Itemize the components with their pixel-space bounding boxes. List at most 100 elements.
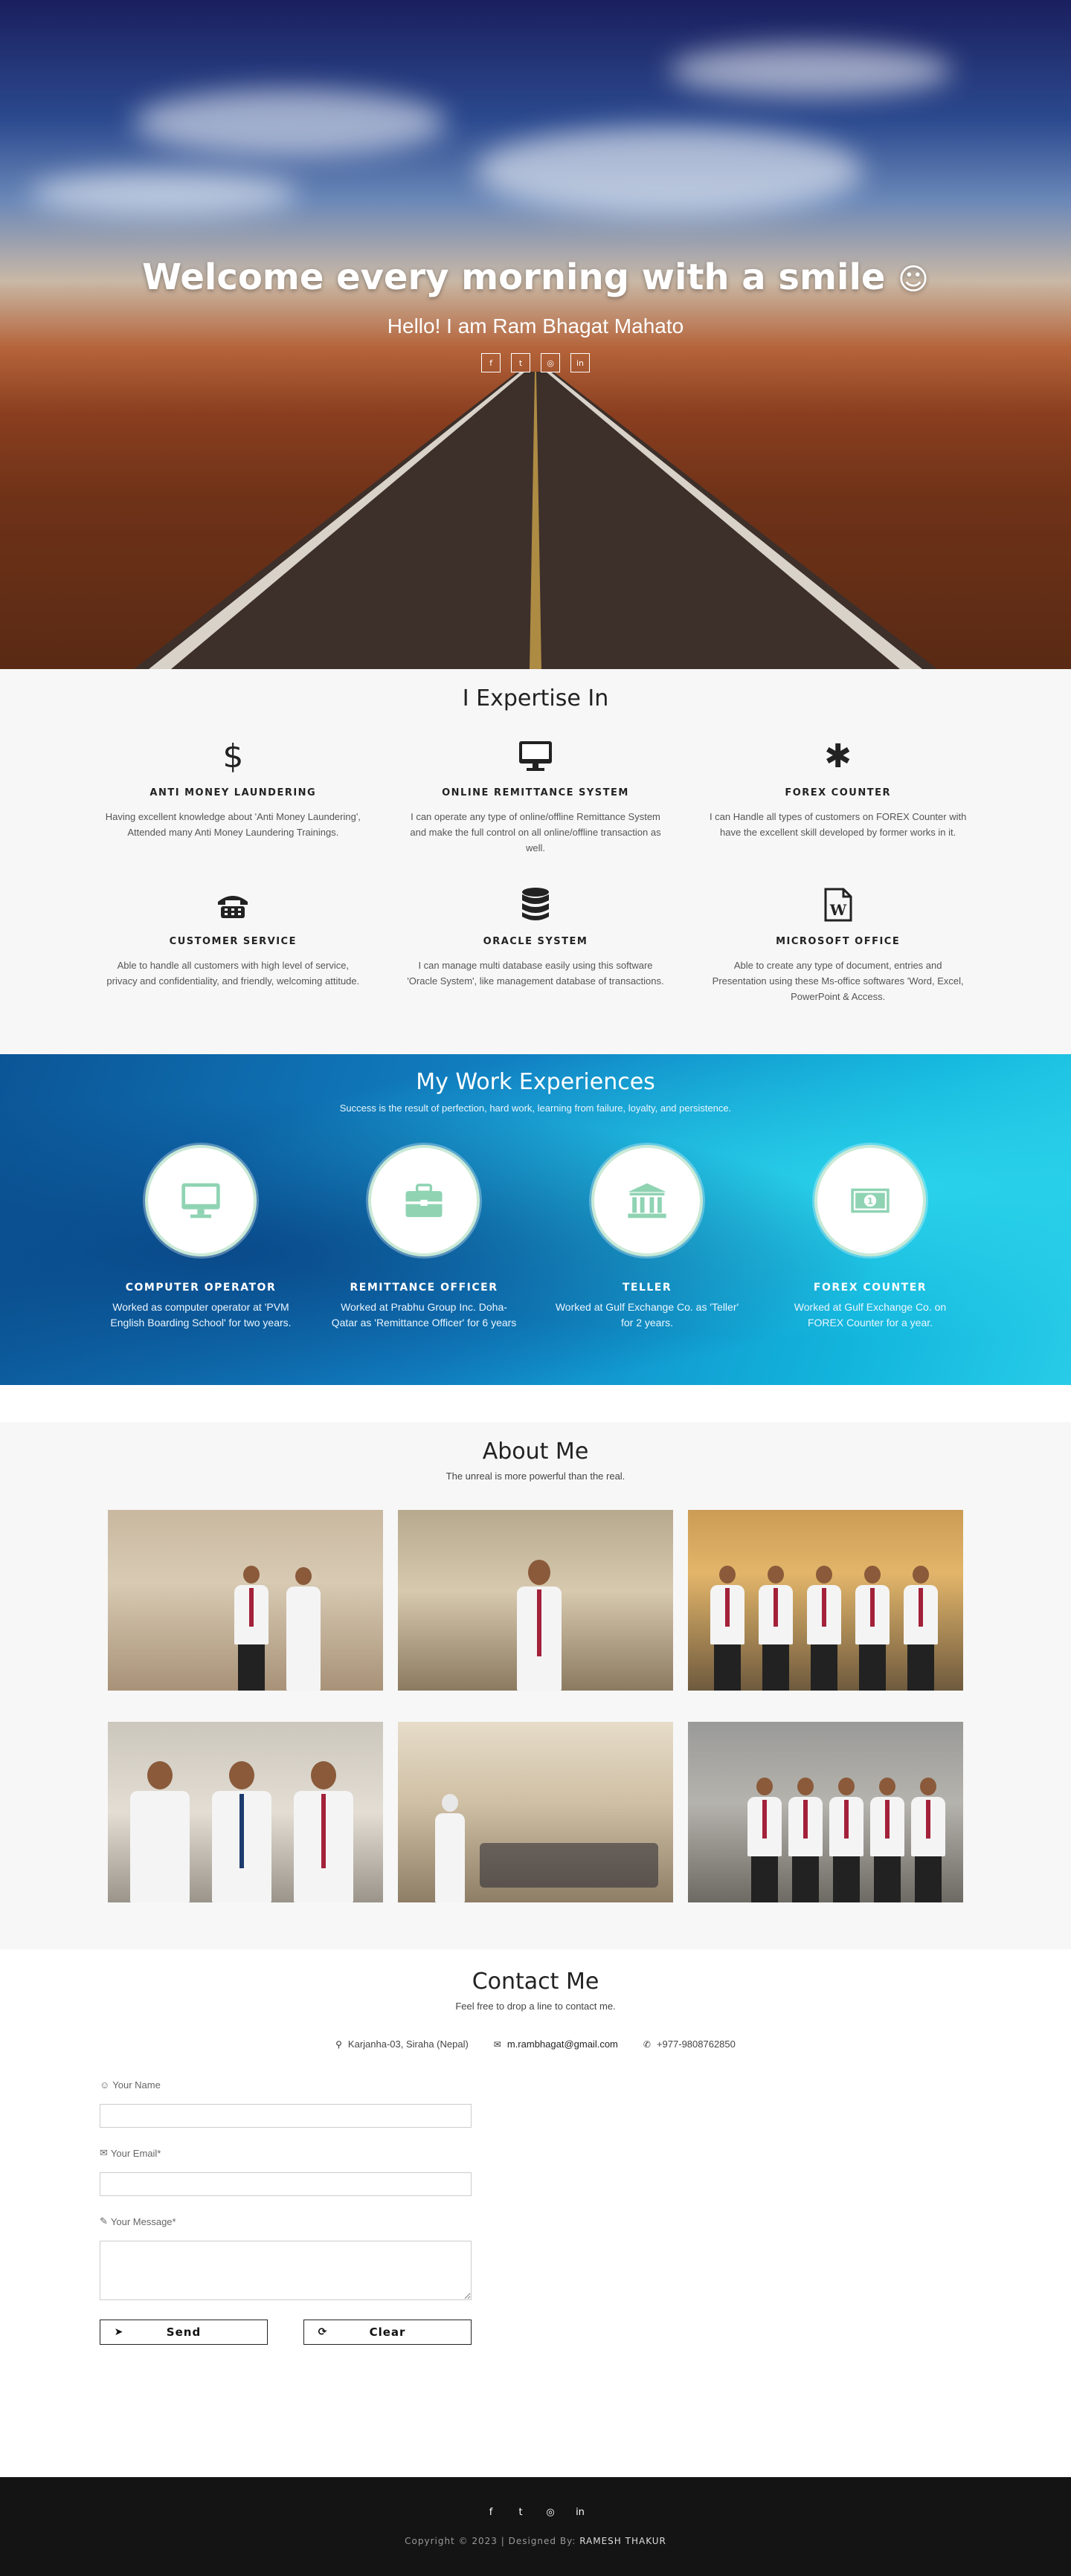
facebook-glyph: f xyxy=(489,2507,493,2518)
name-label: ☺ Your Name xyxy=(100,2079,472,2091)
footer: f t ◎ in Copyright © 2023 | Designed By:… xyxy=(0,2477,1071,2576)
road-image xyxy=(134,372,937,669)
paper-plane-icon: ➤ xyxy=(114,2326,124,2338)
hero-subtitle: Hello! I am Ram Bhagat Mahato xyxy=(387,314,684,338)
hero-cloud xyxy=(30,171,298,216)
person-figure xyxy=(788,1778,823,1902)
photo-gallery xyxy=(108,1510,963,1902)
person-figure xyxy=(829,1778,863,1902)
expertise-item-title: CUSTOMER SERVICE xyxy=(169,936,297,947)
expertise-item-title: FOREX COUNTER xyxy=(785,787,891,798)
copyright: Copyright © 2023 | Designed By: RAMESH T… xyxy=(0,2536,1071,2546)
hero-cloud xyxy=(476,126,863,216)
svg-text:1: 1 xyxy=(867,1196,873,1207)
instagram-icon[interactable]: ◎ xyxy=(541,353,560,372)
word-file-icon: W xyxy=(698,884,978,926)
expertise-title: I Expertise In xyxy=(462,685,609,711)
expertise-grid: $ ANTI MONEY LAUNDERING Having excellent… xyxy=(93,735,978,1004)
expertise-item-desc: I can manage multi database easily using… xyxy=(407,960,664,987)
twitter-glyph: t xyxy=(518,2507,523,2518)
footer-social-links: f t ◎ in xyxy=(0,2507,1071,2518)
dollar-icon: $ xyxy=(222,737,244,775)
expertise-item-title: MICROSOFT OFFICE xyxy=(776,936,901,947)
smiley-icon: ☺ xyxy=(898,262,929,297)
person-figure xyxy=(294,1761,353,1902)
work-item: 1 FOREX COUNTER Worked at Gulf Exchange … xyxy=(766,1145,974,1331)
expertise-item-title: ORACLE SYSTEM xyxy=(483,936,588,947)
name-label-text: Your Name xyxy=(112,2079,161,2091)
facebook-icon[interactable]: f xyxy=(481,353,501,372)
edit-icon: ✎ xyxy=(100,2215,108,2227)
person-figure xyxy=(759,1566,793,1691)
work-item-desc: Worked at Gulf Exchange Co. on FOREX Cou… xyxy=(794,1301,947,1329)
expertise-item: ORACLE SYSTEM I can manage multi databas… xyxy=(396,884,676,1004)
author-link[interactable]: RAMESH THAKUR xyxy=(579,2536,666,2546)
email-text[interactable]: m.rambhagat@gmail.com xyxy=(507,2038,618,2050)
work-item-title: FOREX COUNTER xyxy=(813,1282,927,1294)
work-item-title: REMITTANCE OFFICER xyxy=(350,1282,498,1294)
work-item: REMITTANCE OFFICER Worked at Prabhu Grou… xyxy=(320,1145,528,1331)
gallery-photo[interactable] xyxy=(398,1510,673,1691)
contact-phone: ✆ +977-9808762850 xyxy=(643,2038,736,2050)
work-item-desc: Worked as computer operator at 'PVM Engl… xyxy=(110,1301,292,1329)
linkedin-icon[interactable]: in xyxy=(575,2507,585,2518)
desktop-icon xyxy=(396,735,676,777)
expertise-item-title: ONLINE REMITTANCE SYSTEM xyxy=(442,787,629,798)
work-circle xyxy=(368,1145,480,1256)
gallery-photo[interactable] xyxy=(688,1510,963,1691)
expertise-item-desc: I can operate any type of online/offline… xyxy=(410,811,661,853)
work-item: TELLER Worked at Gulf Exchange Co. as 'T… xyxy=(543,1145,751,1331)
work-subtitle: Success is the result of perfection, har… xyxy=(339,1103,732,1114)
contact-address: ⚲ Karjanha-03, Siraha (Nepal) xyxy=(335,2038,469,2050)
expertise-item: CUSTOMER SERVICE Able to handle all cust… xyxy=(93,884,373,1004)
expertise-item-desc: Able to handle all customers with high l… xyxy=(106,960,360,987)
name-field[interactable] xyxy=(100,2104,472,2128)
expertise-section: I Expertise In $ ANTI MONEY LAUNDERING H… xyxy=(0,669,1071,1054)
hero-title: Welcome every morning with a smile ☺ xyxy=(0,256,1071,298)
message-field[interactable] xyxy=(100,2241,472,2300)
work-circle: 1 xyxy=(814,1145,926,1256)
expertise-item: W MICROSOFT OFFICE Able to create any ty… xyxy=(698,884,978,1004)
desktop-icon xyxy=(181,1183,220,1218)
twitter-icon[interactable]: t xyxy=(515,2507,526,2518)
audience-rows xyxy=(480,1843,658,1888)
person-figure xyxy=(212,1761,271,1902)
person-figure xyxy=(710,1566,744,1691)
person-figure xyxy=(747,1778,782,1902)
contact-section: Contact Me Feel free to drop a line to c… xyxy=(0,1949,1071,2410)
about-subtitle: The unreal is more powerful than the rea… xyxy=(446,1471,625,1482)
svg-text:W: W xyxy=(829,901,846,919)
expertise-item: ✱ FOREX COUNTER I can Handle all types o… xyxy=(698,735,978,856)
gallery-photo[interactable] xyxy=(108,1722,383,1902)
instagram-icon[interactable]: ◎ xyxy=(545,2507,556,2518)
hero-content: Welcome every morning with a smile ☺ Hel… xyxy=(0,256,1071,372)
person-figure xyxy=(286,1567,321,1691)
email-field[interactable] xyxy=(100,2172,472,2196)
gallery-photo[interactable] xyxy=(108,1510,383,1691)
contact-email[interactable]: ✉ m.rambhagat@gmail.com xyxy=(494,2038,618,2050)
work-title: My Work Experiences xyxy=(416,1069,655,1095)
bank-icon xyxy=(628,1183,666,1218)
send-label: Send xyxy=(166,2325,202,2339)
linkedin-icon[interactable]: in xyxy=(570,353,590,372)
envelope-icon: ✉ xyxy=(100,2147,108,2158)
hero-social-links: f t ◎ in xyxy=(0,353,1071,372)
money-icon: 1 xyxy=(851,1188,890,1213)
facebook-icon[interactable]: f xyxy=(486,2507,496,2518)
about-title: About Me xyxy=(482,1439,589,1465)
expertise-item: $ ANTI MONEY LAUNDERING Having excellent… xyxy=(93,735,373,856)
work-item-title: TELLER xyxy=(622,1282,672,1294)
person-figure xyxy=(911,1778,945,1902)
person-figure xyxy=(517,1560,562,1691)
send-button[interactable]: ➤ Send xyxy=(100,2320,268,2345)
clear-button[interactable]: ⟳ Clear xyxy=(303,2320,472,2345)
work-circle xyxy=(591,1145,703,1256)
gallery-photo[interactable] xyxy=(688,1722,963,1902)
twitter-icon[interactable]: t xyxy=(511,353,530,372)
email-label: ✉ Your Email* xyxy=(100,2147,472,2159)
gallery-photo[interactable] xyxy=(398,1722,673,1902)
work-section: My Work Experiences Success is the resul… xyxy=(0,1054,1071,1385)
clear-label: Clear xyxy=(369,2325,406,2339)
person-figure xyxy=(807,1566,841,1691)
work-item-desc: Worked at Gulf Exchange Co. as 'Teller' … xyxy=(555,1301,739,1329)
